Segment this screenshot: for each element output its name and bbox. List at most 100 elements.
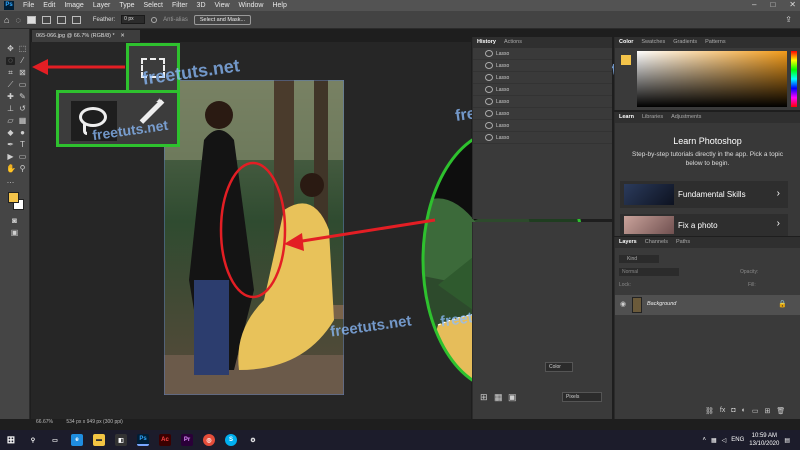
- layer-name[interactable]: Background: [647, 301, 676, 307]
- chrome-icon[interactable]: ◎: [203, 434, 215, 446]
- folder-icon[interactable]: ▭: [752, 407, 759, 415]
- mask-icon[interactable]: ◘: [731, 407, 735, 415]
- close-icon[interactable]: ✕: [789, 0, 796, 9]
- history-row[interactable]: Lasso: [473, 108, 612, 120]
- history-row[interactable]: Lasso: [473, 132, 612, 144]
- zoom-tool-icon[interactable]: ⚲: [18, 165, 27, 173]
- tab-actions[interactable]: Actions: [504, 37, 522, 48]
- shape-tool-icon[interactable]: ▭: [18, 153, 27, 161]
- acrobat-icon[interactable]: Ac: [159, 434, 171, 446]
- tab-gradients[interactable]: Gradients: [673, 37, 697, 48]
- maximize-icon[interactable]: □: [770, 0, 775, 9]
- move-tool-icon[interactable]: ✥: [6, 45, 15, 53]
- select-and-mask-button[interactable]: Select and Mask...: [193, 14, 252, 25]
- healing-tool-icon[interactable]: ✚: [6, 93, 15, 101]
- tab-patterns[interactable]: Patterns: [705, 37, 725, 48]
- store-icon[interactable]: ◧: [115, 434, 127, 446]
- menu-file[interactable]: File: [23, 2, 34, 9]
- clock[interactable]: 10:59 AM 13/10/2020: [749, 432, 779, 448]
- doc-info[interactable]: 534 px x 949 px (300 ppi): [66, 419, 122, 425]
- lasso-tool-icon[interactable]: ◌: [6, 57, 15, 65]
- layer-row-background[interactable]: ◉ Background 🔒: [615, 295, 800, 315]
- lasso-preset-icon[interactable]: ◌: [15, 15, 20, 25]
- grid-icon[interactable]: ⊞: [480, 392, 488, 403]
- color-fg-swatch[interactable]: [621, 55, 631, 65]
- tab-learn[interactable]: Learn: [619, 112, 634, 123]
- history-row[interactable]: Lasso: [473, 72, 612, 84]
- edge-icon[interactable]: e: [71, 434, 83, 446]
- ruler-tool-icon[interactable]: ▭: [18, 81, 27, 89]
- intersect-selection-icon[interactable]: [71, 15, 81, 24]
- adjustment-icon[interactable]: ◐: [742, 407, 746, 415]
- pen-tool-icon[interactable]: ✒: [6, 141, 15, 149]
- task-view-icon[interactable]: ▭: [49, 434, 61, 446]
- layer-kind-filter[interactable]: Kind: [619, 255, 659, 263]
- tab-history[interactable]: History: [477, 37, 496, 48]
- document-tab[interactable]: 065-066.jpg @ 66.7% (RGB/8) * ✕: [32, 30, 140, 42]
- menu-image[interactable]: Image: [64, 2, 83, 9]
- tab-libraries[interactable]: Libraries: [642, 112, 663, 123]
- dodge-tool-icon[interactable]: ●: [18, 129, 27, 137]
- lang-label[interactable]: ENG: [731, 437, 744, 443]
- marquee-tool-icon[interactable]: ⬚: [18, 45, 27, 53]
- tab-paths[interactable]: Paths: [676, 237, 690, 248]
- file-explorer-icon[interactable]: ▬: [93, 434, 105, 446]
- grid-icon-3[interactable]: ▣: [508, 392, 517, 403]
- menu-edit[interactable]: Edit: [43, 2, 55, 9]
- menu-type[interactable]: Type: [119, 2, 134, 9]
- menu-help[interactable]: Help: [272, 2, 286, 9]
- new-layer-icon[interactable]: ⊞: [764, 407, 770, 415]
- history-row[interactable]: Lasso: [473, 96, 612, 108]
- tab-swatches[interactable]: Swatches: [641, 37, 665, 48]
- tab-color[interactable]: Color: [619, 37, 633, 48]
- gradient-tool-icon[interactable]: ▦: [18, 117, 27, 125]
- eyedropper-tool-icon[interactable]: ⟋: [6, 81, 15, 89]
- menu-3d[interactable]: 3D: [197, 2, 206, 9]
- fx-icon[interactable]: fx: [720, 407, 725, 415]
- subtract-selection-icon[interactable]: [56, 15, 66, 24]
- menu-view[interactable]: View: [215, 2, 230, 9]
- path-select-tool-icon[interactable]: ▶: [6, 153, 15, 161]
- grid-icon-2[interactable]: ▦: [494, 392, 503, 403]
- tab-channels[interactable]: Channels: [645, 237, 668, 248]
- menu-window[interactable]: Window: [239, 2, 264, 9]
- brush-tool-icon[interactable]: ✎: [18, 93, 27, 101]
- tab-close-icon[interactable]: ✕: [120, 33, 125, 39]
- network-icon[interactable]: ▦: [711, 437, 717, 444]
- history-brush-icon[interactable]: ↺: [18, 105, 27, 113]
- history-row[interactable]: Lasso: [473, 120, 612, 132]
- menu-layer[interactable]: Layer: [93, 2, 111, 9]
- history-row[interactable]: Lasso: [473, 48, 612, 60]
- hand-tool-icon[interactable]: ✋: [6, 165, 16, 173]
- feather-input[interactable]: 0 px: [121, 15, 146, 24]
- eraser-tool-icon[interactable]: ▱: [6, 117, 15, 125]
- home-icon[interactable]: ⌂: [4, 15, 9, 25]
- new-selection-icon[interactable]: [26, 15, 36, 24]
- premiere-icon[interactable]: Pr: [181, 434, 193, 446]
- color-picker-field[interactable]: [637, 51, 787, 107]
- photoshop-task-icon[interactable]: Ps: [137, 434, 149, 446]
- minimize-icon[interactable]: –: [752, 0, 756, 9]
- menu-filter[interactable]: Filter: [172, 2, 188, 9]
- crop-tool-icon[interactable]: ⌗: [6, 69, 15, 77]
- history-row[interactable]: Lasso: [473, 84, 612, 96]
- tab-layers[interactable]: Layers: [619, 237, 637, 248]
- blend-mode-select[interactable]: Normal: [619, 268, 679, 276]
- stamp-tool-icon[interactable]: ⊥: [6, 105, 15, 113]
- color-field[interactable]: Color: [545, 362, 573, 372]
- magic-wand-tool-icon[interactable]: ⁄: [18, 57, 27, 65]
- zoom-level[interactable]: 66.67%: [36, 419, 53, 425]
- history-row[interactable]: Lasso: [473, 60, 612, 72]
- windows-start-icon[interactable]: ⊞: [5, 434, 17, 446]
- hue-slider[interactable]: [791, 51, 797, 107]
- search-icon[interactable]: ⚲: [27, 434, 39, 446]
- tab-adjustments[interactable]: Adjustments: [671, 112, 701, 123]
- quick-mask-icon[interactable]: ◙: [10, 217, 19, 225]
- antialias-checkbox[interactable]: [151, 16, 158, 23]
- type-tool-icon[interactable]: T: [18, 141, 27, 149]
- skype-icon[interactable]: S: [225, 434, 237, 446]
- trash-icon[interactable]: 🗑: [776, 407, 785, 415]
- learn-card-fundamental[interactable]: Fundamental Skills ›: [620, 181, 788, 208]
- share-icon[interactable]: ⇪: [785, 15, 792, 24]
- add-selection-icon[interactable]: [41, 15, 51, 24]
